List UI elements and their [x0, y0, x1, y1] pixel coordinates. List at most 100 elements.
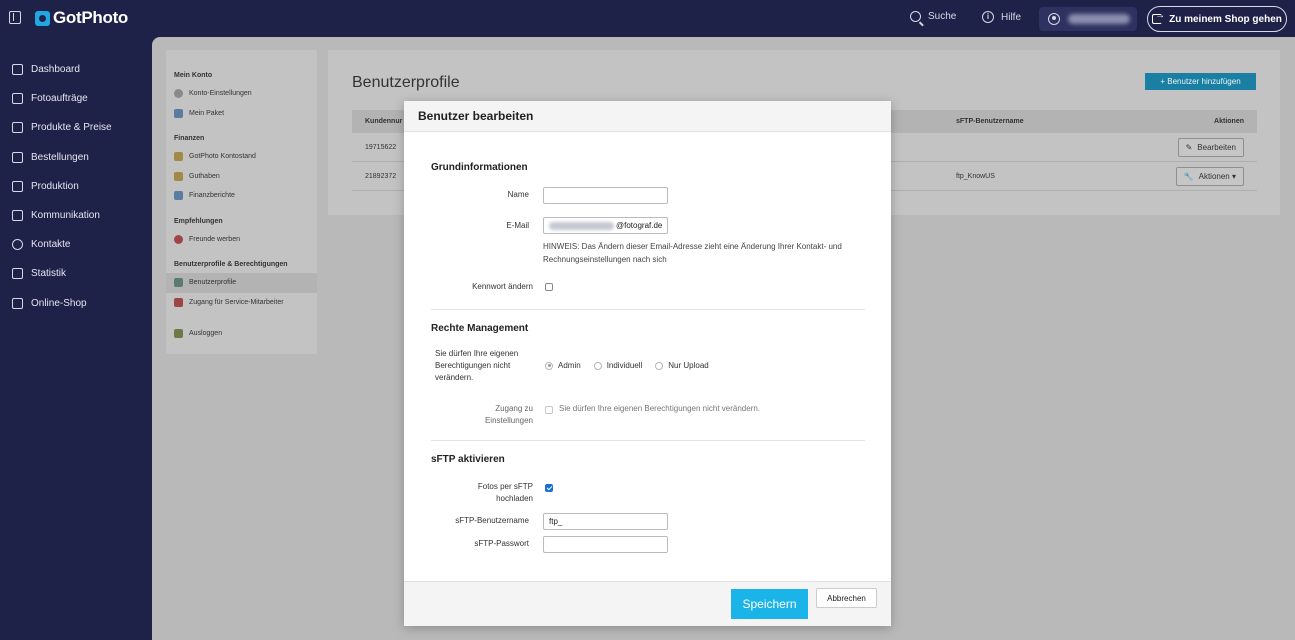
- radio-admin[interactable]: [545, 361, 553, 370]
- column-header-kundennummer: Kundennur: [365, 118, 403, 125]
- section-title-rechte-management: Rechte Management: [431, 323, 529, 334]
- add-user-button[interactable]: + Benutzer hinzufügen: [1145, 73, 1256, 90]
- divider: [431, 440, 865, 441]
- email-domain: @fotograf.de: [616, 221, 663, 230]
- edit-button[interactable]: ✎ Bearbeiten: [1177, 138, 1244, 157]
- edit-button-label: Bearbeiten: [1197, 143, 1236, 152]
- sidebar-toggle-icon[interactable]: [9, 11, 21, 24]
- subnav-label: Ausloggen: [189, 330, 223, 338]
- save-button[interactable]: Speichern: [731, 589, 808, 619]
- user-menu[interactable]: [1039, 7, 1137, 31]
- sftp-upload-label: Fotos per sFTP hochladen: [477, 482, 533, 503]
- help-label: Hilfe: [1001, 11, 1022, 23]
- subnav-item-mein-paket[interactable]: Mein Paket: [166, 104, 317, 124]
- nav-label: Dashboard: [31, 64, 80, 76]
- chart-icon: [12, 268, 23, 280]
- users-icon: [174, 278, 183, 288]
- subnav-item-service-zugang[interactable]: Zugang für Service-Mitarbeiter: [166, 293, 317, 313]
- nav-label: Kommunikation: [31, 210, 100, 222]
- help-button[interactable]: i Hilfe: [982, 11, 1021, 23]
- cancel-button[interactable]: Abbrechen: [816, 588, 877, 608]
- password-change-checkbox[interactable]: [545, 283, 553, 291]
- sftp-password-field[interactable]: [543, 536, 668, 553]
- radio-nur-upload-label: Nur Upload: [668, 361, 709, 370]
- nav-item-online-shop[interactable]: Online-Shop: [0, 289, 152, 318]
- go-to-shop-label: Zu meinem Shop gehen: [1169, 13, 1282, 25]
- coins-icon: [174, 171, 183, 181]
- edit-user-dialog: Benutzer bearbeiten Grundinformationen N…: [404, 101, 891, 626]
- subnav-item-ausloggen[interactable]: Ausloggen: [166, 324, 317, 344]
- user-icon: [1048, 13, 1060, 25]
- section-title-grundinformationen: Grundinformationen: [431, 162, 528, 173]
- subnav-item-benutzerprofile[interactable]: Benutzerprofile: [166, 273, 317, 293]
- subnav-item-konto-einstellungen[interactable]: Konto-Einstellungen: [166, 84, 317, 104]
- person-icon: [12, 239, 23, 251]
- cell-id: 19715622: [365, 144, 397, 151]
- subnav-heading: Benutzerprofile & Berechtigungen: [174, 261, 288, 268]
- name-field[interactable]: [543, 187, 668, 204]
- nav-label: Fotoaufträge: [31, 93, 88, 105]
- nav-item-statistik[interactable]: Statistik: [0, 259, 152, 288]
- nav-label: Produkte & Preise: [31, 122, 112, 134]
- nav-item-dashboard[interactable]: Dashboard: [0, 55, 152, 84]
- sftp-upload-checkbox[interactable]: [545, 484, 553, 492]
- radio-individuell[interactable]: [593, 361, 602, 370]
- heart-icon: [174, 234, 183, 244]
- nav-item-bestellungen[interactable]: Bestellungen: [0, 143, 152, 172]
- radio-admin-label: Admin: [558, 361, 581, 370]
- coins-icon: [174, 152, 183, 162]
- blurred-username: [1068, 14, 1130, 24]
- settings-access-checkbox[interactable]: [545, 406, 553, 414]
- nav-item-produktion[interactable]: Produktion: [0, 172, 152, 201]
- actions-button-label: Aktionen ▾: [1198, 172, 1236, 181]
- subnav-label: Konto-Einstellungen: [189, 90, 252, 98]
- radio-individuell-label: Individuell: [606, 361, 643, 370]
- message-icon: [12, 210, 23, 222]
- subnav-item-kontostand[interactable]: GotPhoto Kontostand: [166, 147, 317, 167]
- email-hint: HINWEIS: Das Ändern dieser Email-Adresse…: [543, 242, 842, 264]
- dialog-header: Benutzer bearbeiten: [404, 101, 891, 132]
- subnav-item-finanzberichte[interactable]: Finanzberichte: [166, 186, 317, 206]
- report-icon: [174, 191, 183, 201]
- nav-label: Produktion: [31, 180, 79, 192]
- column-header-sftp-user: sFTP-Benutzername: [956, 118, 1024, 125]
- inbox-icon: [12, 151, 23, 163]
- search-button[interactable]: Suche: [910, 11, 956, 22]
- divider: [431, 309, 865, 310]
- nav-item-produkte[interactable]: Produkte & Preise: [0, 113, 152, 142]
- camera-logo-icon: [35, 10, 50, 26]
- logo[interactable]: GotPhoto: [35, 8, 128, 28]
- sftp-username-field[interactable]: ftp_: [543, 513, 668, 530]
- subnav-item-guthaben[interactable]: Guthaben: [166, 167, 317, 187]
- subnav-label: Mein Paket: [189, 109, 225, 117]
- exit-icon: [1152, 10, 1165, 24]
- search-label: Suche: [928, 11, 957, 22]
- settings-subnav: Mein Konto Konto-Einstellungen Mein Pake…: [166, 50, 317, 354]
- radio-nur-upload[interactable]: [655, 361, 664, 370]
- sftp-username-label: sFTP-Benutzername: [455, 516, 529, 525]
- nav-label: Kontakte: [31, 239, 71, 251]
- go-to-shop-button[interactable]: Zu meinem Shop gehen: [1147, 6, 1287, 32]
- role-radio-group: Admin Individuell Nur Upload: [545, 361, 722, 370]
- subnav-label: Finanzberichte: [189, 192, 235, 200]
- nav-item-fotoauftraege[interactable]: Fotoaufträge: [0, 84, 152, 113]
- cart-icon: [12, 122, 23, 134]
- blurred-email-local-part: [549, 221, 614, 230]
- dialog-footer: Speichern Abbrechen: [404, 581, 891, 626]
- subnav-heading: Mein Konto: [174, 72, 213, 79]
- cell-id: 21892372: [365, 173, 397, 180]
- settings-access-note: Sie dürfen Ihre eigenen Berechtigungen n…: [559, 404, 761, 413]
- subnav-label: Zugang für Service-Mitarbeiter: [189, 298, 284, 306]
- main-nav: Dashboard Fotoaufträge Produkte & Preise…: [0, 55, 152, 318]
- page-title: Benutzerprofile: [352, 74, 460, 91]
- printer-icon: [12, 180, 23, 192]
- actions-dropdown-button[interactable]: 🔧 Aktionen ▾: [1175, 167, 1244, 186]
- subnav-item-freunde-werben[interactable]: Freunde werben: [166, 230, 317, 250]
- settings-access-label: Zugang zu Einstellungen: [484, 404, 533, 425]
- nav-item-kontakte[interactable]: Kontakte: [0, 230, 152, 259]
- nav-item-kommunikation[interactable]: Kommunikation: [0, 201, 152, 230]
- subnav-heading: Empfehlungen: [174, 217, 223, 225]
- column-header-aktionen: Aktionen: [1214, 118, 1244, 125]
- info-icon: i: [982, 11, 994, 23]
- email-field[interactable]: @fotograf.de: [543, 217, 668, 234]
